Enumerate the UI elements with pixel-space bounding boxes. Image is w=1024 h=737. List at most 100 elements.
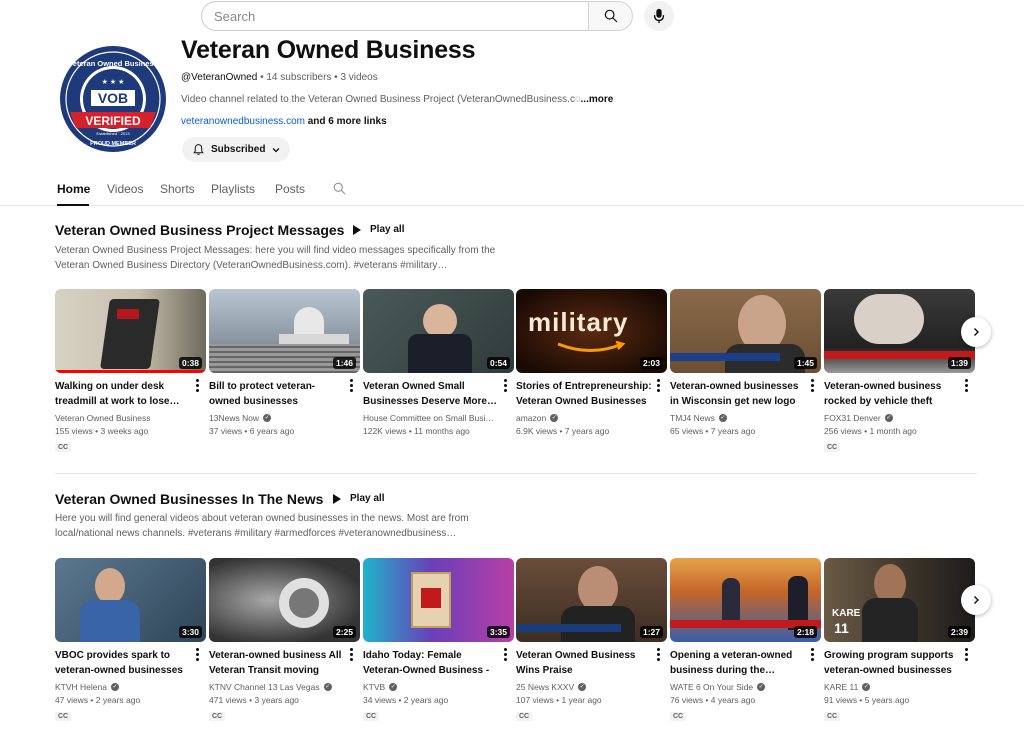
video-duration: 0:38 xyxy=(178,357,202,369)
play-icon xyxy=(353,224,361,235)
video-duration: 3:35 xyxy=(486,626,510,638)
video-channel[interactable]: 25 News KXXV ✓ xyxy=(516,682,667,692)
tab-posts[interactable]: Posts xyxy=(275,182,305,196)
tab-home[interactable]: Home xyxy=(57,182,90,196)
play-icon xyxy=(333,493,341,504)
more-actions-icon[interactable] xyxy=(811,648,815,663)
video-duration: 2:18 xyxy=(793,626,817,638)
more-actions-icon[interactable] xyxy=(504,379,508,394)
video-card[interactable]: 1:45 Veteran-owned businesses in Wiscons… xyxy=(670,289,821,436)
video-card[interactable]: military 2:03 Stories of Entrepreneurshi… xyxy=(516,289,667,436)
video-title[interactable]: Veteran Owned Business Wins Praise xyxy=(516,648,652,678)
channel-avatar[interactable]: VOB VERIFIED Established · 2013 PROUD ME… xyxy=(58,44,168,154)
tab-shorts[interactable]: Shorts xyxy=(160,182,195,196)
video-title[interactable]: Stories of Entrepreneurship: Veteran Own… xyxy=(516,379,652,409)
video-title[interactable]: Idaho Today: Female Veteran-Owned Busine… xyxy=(363,648,499,678)
video-thumbnail[interactable]: 1:46 xyxy=(209,289,360,373)
video-card[interactable]: 1:27 Veteran Owned Business Wins Praise … xyxy=(516,558,667,723)
logo-bottom-text: PROUD MEMBER xyxy=(90,141,136,147)
video-stats: 471 views • 3 years ago xyxy=(209,695,299,705)
video-title[interactable]: Walking on under desk treadmill at work … xyxy=(55,379,191,409)
more-actions-icon[interactable] xyxy=(350,648,354,663)
section-title[interactable]: Veteran Owned Business Project Messages xyxy=(55,222,344,238)
play-all-button[interactable]: Play all xyxy=(353,224,404,235)
video-channel[interactable]: 13News Now ✓ xyxy=(209,413,360,423)
video-channel[interactable]: KTVH Helena ✓ xyxy=(55,682,206,692)
video-title[interactable]: Growing program supports veteran-owned b… xyxy=(824,648,960,678)
video-card[interactable]: 1:39 Veteran-owned business rocked by ve… xyxy=(824,289,975,454)
video-thumbnail[interactable]: KARE 11 2:39 xyxy=(824,558,975,642)
video-channel[interactable]: Veteran Owned Business xyxy=(55,413,206,423)
video-title[interactable]: Veteran-owned business rocked by vehicle… xyxy=(824,379,960,409)
verified-icon: ✓ xyxy=(884,414,893,422)
video-channel[interactable]: KTNV Channel 13 Las Vegas ✓ xyxy=(209,682,360,692)
video-card[interactable]: 3:35 Idaho Today: Female Veteran-Owned B… xyxy=(363,558,514,723)
video-thumbnail[interactable]: 3:30 xyxy=(55,558,206,642)
video-thumbnail[interactable]: 2:25 xyxy=(209,558,360,642)
video-thumbnail[interactable]: 0:38 xyxy=(55,289,206,373)
video-channel[interactable]: KARE 11 ✓ xyxy=(824,682,975,692)
more-actions-icon[interactable] xyxy=(811,379,815,394)
more-actions-icon[interactable] xyxy=(657,648,661,663)
video-thumbnail[interactable]: 1:27 xyxy=(516,558,667,642)
video-title[interactable]: Veteran Owned Small Businesses Deserve M… xyxy=(363,379,499,409)
search-input[interactable]: Search xyxy=(201,1,588,31)
video-thumbnail[interactable]: 1:45 xyxy=(670,289,821,373)
more-actions-icon[interactable] xyxy=(196,648,200,663)
video-card[interactable]: 2:25 Veteran-owned business All Veteran … xyxy=(209,558,360,723)
video-channel[interactable]: House Committee on Small Busi… xyxy=(363,413,514,423)
more-actions-icon[interactable] xyxy=(965,648,969,663)
more-actions-icon[interactable] xyxy=(657,379,661,394)
video-thumbnail[interactable]: 2:18 xyxy=(670,558,821,642)
video-channel[interactable]: amazon ✓ xyxy=(516,413,667,423)
more-actions-icon[interactable] xyxy=(350,379,354,394)
subscribed-button[interactable]: Subscribed xyxy=(182,137,290,162)
video-title[interactable]: VBOC provides spark to veteran-owned bus… xyxy=(55,648,191,678)
more-actions-icon[interactable] xyxy=(504,648,508,663)
channel-website-link[interactable]: veteranownedbusiness.com xyxy=(181,116,305,127)
cc-badge: CC xyxy=(55,712,72,721)
video-thumbnail[interactable]: 0:54 xyxy=(363,289,514,373)
channel-search-icon[interactable] xyxy=(332,181,347,201)
video-stats: 256 views • 1 month ago xyxy=(824,426,917,436)
video-channel[interactable]: WATE 6 On Your Side ✓ xyxy=(670,682,821,692)
video-card[interactable]: 3:30 VBOC provides spark to veteran-owne… xyxy=(55,558,206,723)
play-all-button[interactable]: Play all xyxy=(333,493,384,504)
video-thumbnail[interactable]: 3:35 xyxy=(363,558,514,642)
video-channel-name: Veteran Owned Business xyxy=(55,413,151,423)
video-channel[interactable]: TMJ4 News ✓ xyxy=(670,413,821,423)
video-title[interactable]: Opening a veteran-owned business during … xyxy=(670,648,806,678)
voice-search-button[interactable] xyxy=(644,1,674,31)
channel-title: Veteran Owned Business xyxy=(181,36,476,64)
video-title[interactable]: Veteran-owned business All Veteran Trans… xyxy=(209,648,345,678)
video-card[interactable]: 0:54 Veteran Owned Small Businesses Dese… xyxy=(363,289,514,436)
channel-description[interactable]: Video channel related to the Veteran Own… xyxy=(181,94,621,105)
video-duration: 2:25 xyxy=(332,626,356,638)
verified-icon: ✓ xyxy=(110,683,119,691)
play-all-label: Play all xyxy=(350,493,385,504)
video-channel[interactable]: FOX31 Denver ✓ xyxy=(824,413,975,423)
video-stats: 6.9K views • 7 years ago xyxy=(516,426,610,436)
video-channel[interactable]: KTVB ✓ xyxy=(363,682,514,692)
video-thumbnail[interactable]: 1:39 xyxy=(824,289,975,373)
video-duration: 1:45 xyxy=(793,357,817,369)
video-card[interactable]: 1:46 Bill to protect veteran-owned busin… xyxy=(209,289,360,436)
video-channel-name: FOX31 Denver xyxy=(824,413,881,423)
tab-playlists[interactable]: Playlists xyxy=(211,182,255,196)
more-link[interactable]: ...more xyxy=(581,94,614,105)
cc-badge: CC xyxy=(516,712,533,721)
more-actions-icon[interactable] xyxy=(196,379,200,394)
video-card[interactable]: 2:18 Opening a veteran-owned business du… xyxy=(670,558,821,723)
next-arrow-button[interactable] xyxy=(961,317,991,347)
video-title[interactable]: Bill to protect veteran-owned businesses xyxy=(209,379,345,409)
search-button[interactable] xyxy=(588,1,633,31)
next-arrow-button[interactable] xyxy=(961,585,991,615)
video-card[interactable]: 0:38 Walking on under desk treadmill at … xyxy=(55,289,206,454)
video-card[interactable]: KARE 11 2:39 Growing program supports ve… xyxy=(824,558,975,723)
video-title[interactable]: Veteran-owned businesses in Wisconsin ge… xyxy=(670,379,806,409)
more-links-link[interactable]: and 6 more links xyxy=(305,116,387,127)
video-thumbnail[interactable]: military 2:03 xyxy=(516,289,667,373)
tab-videos[interactable]: Videos xyxy=(107,182,143,196)
more-actions-icon[interactable] xyxy=(965,379,969,394)
section-title[interactable]: Veteran Owned Businesses In The News xyxy=(55,491,323,507)
